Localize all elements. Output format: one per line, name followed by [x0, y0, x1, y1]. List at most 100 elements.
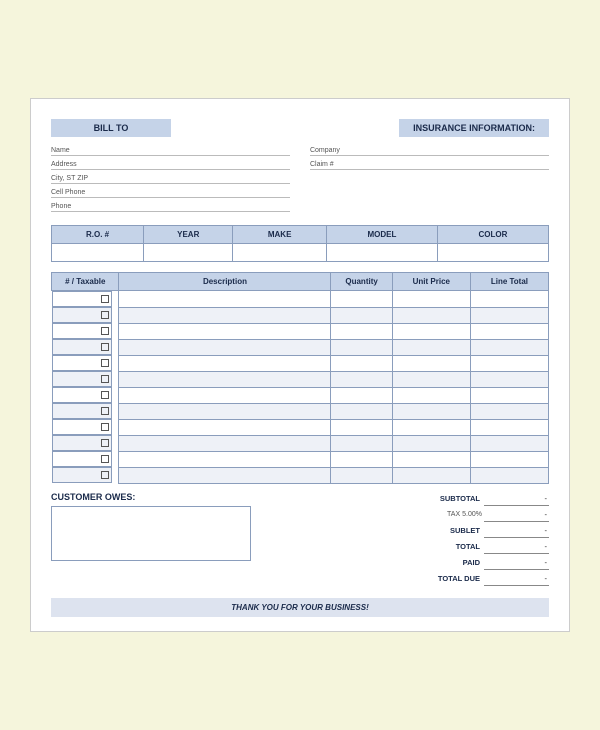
quantity-cell[interactable]: [331, 371, 392, 387]
unit-price-cell[interactable]: [392, 307, 470, 323]
bill-to-header: BILL TO: [51, 119, 171, 137]
item-number-cell[interactable]: [52, 435, 112, 451]
sublet-row: SUBLET -: [325, 524, 549, 538]
item-number-cell[interactable]: [52, 403, 112, 419]
item-number-cell[interactable]: [52, 291, 112, 307]
table-row: [52, 323, 549, 339]
taxable-checkbox[interactable]: [101, 423, 109, 431]
quantity-cell[interactable]: [331, 323, 392, 339]
unit-price-cell[interactable]: [392, 467, 470, 483]
line-total-cell[interactable]: [470, 355, 548, 371]
vehicle-color-cell[interactable]: [437, 244, 548, 262]
tax-rate: 5.00%: [462, 511, 482, 518]
customer-owes-box[interactable]: [51, 506, 251, 561]
header: BILL TO INSURANCE INFORMATION:: [51, 119, 549, 137]
unit-price-cell[interactable]: [392, 387, 470, 403]
company-field: Company: [310, 145, 549, 156]
item-number-cell[interactable]: [52, 307, 112, 323]
unit-price-cell[interactable]: [392, 403, 470, 419]
item-number-cell[interactable]: [52, 451, 112, 467]
taxable-checkbox[interactable]: [101, 439, 109, 447]
quantity-cell[interactable]: [331, 419, 392, 435]
unit-price-cell[interactable]: [392, 371, 470, 387]
line-total-cell[interactable]: [470, 435, 548, 451]
cell-field: Cell Phone: [51, 187, 290, 198]
unit-price-cell[interactable]: [392, 419, 470, 435]
line-total-cell[interactable]: [470, 467, 548, 483]
table-row: [52, 387, 549, 403]
description-cell[interactable]: [119, 291, 331, 308]
description-cell[interactable]: [119, 435, 331, 451]
line-total-cell[interactable]: [470, 419, 548, 435]
description-cell[interactable]: [119, 419, 331, 435]
quantity-cell[interactable]: [331, 403, 392, 419]
taxable-checkbox[interactable]: [101, 343, 109, 351]
description-cell[interactable]: [119, 403, 331, 419]
vehicle-model-cell[interactable]: [326, 244, 437, 262]
vehicle-row: [52, 244, 549, 262]
quantity-cell[interactable]: [331, 355, 392, 371]
taxable-checkbox[interactable]: [101, 407, 109, 415]
items-table: # / Taxable Description Quantity Unit Pr…: [51, 272, 549, 484]
tax-row: TAX 5.00% -: [325, 508, 549, 522]
line-total-cell[interactable]: [470, 371, 548, 387]
item-number-cell[interactable]: [52, 371, 112, 387]
taxable-checkbox[interactable]: [101, 455, 109, 463]
line-total-cell[interactable]: [470, 403, 548, 419]
item-number-cell[interactable]: [52, 339, 112, 355]
vehicle-make-cell[interactable]: [233, 244, 327, 262]
quantity-cell[interactable]: [331, 467, 392, 483]
item-number-cell[interactable]: [52, 355, 112, 371]
line-total-cell[interactable]: [470, 339, 548, 355]
description-cell[interactable]: [119, 451, 331, 467]
line-total-cell[interactable]: [470, 387, 548, 403]
quantity-cell[interactable]: [331, 387, 392, 403]
line-total-cell[interactable]: [470, 307, 548, 323]
quantity-cell[interactable]: [331, 451, 392, 467]
bill-to-fields: Name Address City, ST ZIP Cell Phone Pho…: [51, 145, 290, 215]
description-cell[interactable]: [119, 371, 331, 387]
description-cell[interactable]: [119, 307, 331, 323]
description-cell[interactable]: [119, 355, 331, 371]
unit-price-cell[interactable]: [392, 451, 470, 467]
address-field: Address: [51, 159, 290, 170]
item-number-cell[interactable]: [52, 467, 112, 483]
unit-price-cell[interactable]: [392, 435, 470, 451]
totals-section: SUBTOTAL - TAX 5.00% - SUBLET - TOTAL - …: [325, 492, 549, 588]
unit-price-cell[interactable]: [392, 323, 470, 339]
quantity-cell[interactable]: [331, 307, 392, 323]
vehicle-year-cell[interactable]: [144, 244, 233, 262]
taxable-checkbox[interactable]: [101, 327, 109, 335]
item-number-cell[interactable]: [52, 387, 112, 403]
table-row: [52, 339, 549, 355]
description-cell[interactable]: [119, 323, 331, 339]
unit-price-cell[interactable]: [392, 355, 470, 371]
unit-price-cell[interactable]: [392, 291, 470, 308]
taxable-checkbox[interactable]: [101, 311, 109, 319]
customer-owes-section: CUSTOMER OWES:: [51, 492, 310, 588]
line-total-cell[interactable]: [470, 323, 548, 339]
quantity-cell[interactable]: [331, 339, 392, 355]
city-field: City, ST ZIP: [51, 173, 290, 184]
sublet-value: -: [484, 524, 549, 538]
quantity-cell[interactable]: [331, 435, 392, 451]
line-total-cell[interactable]: [470, 291, 548, 308]
description-cell[interactable]: [119, 339, 331, 355]
sublet-label: SUBLET: [410, 526, 480, 535]
description-cell[interactable]: [119, 387, 331, 403]
quantity-cell[interactable]: [331, 291, 392, 308]
description-cell[interactable]: [119, 467, 331, 483]
table-row: [52, 371, 549, 387]
col-quantity: Quantity: [331, 273, 392, 291]
taxable-checkbox[interactable]: [101, 391, 109, 399]
taxable-checkbox[interactable]: [101, 295, 109, 303]
vehicle-ro-cell[interactable]: [52, 244, 144, 262]
taxable-checkbox[interactable]: [101, 359, 109, 367]
line-total-cell[interactable]: [470, 451, 548, 467]
item-number-cell[interactable]: [52, 323, 112, 339]
table-row: [52, 307, 549, 323]
item-number-cell[interactable]: [52, 419, 112, 435]
taxable-checkbox[interactable]: [101, 471, 109, 479]
taxable-checkbox[interactable]: [101, 375, 109, 383]
unit-price-cell[interactable]: [392, 339, 470, 355]
